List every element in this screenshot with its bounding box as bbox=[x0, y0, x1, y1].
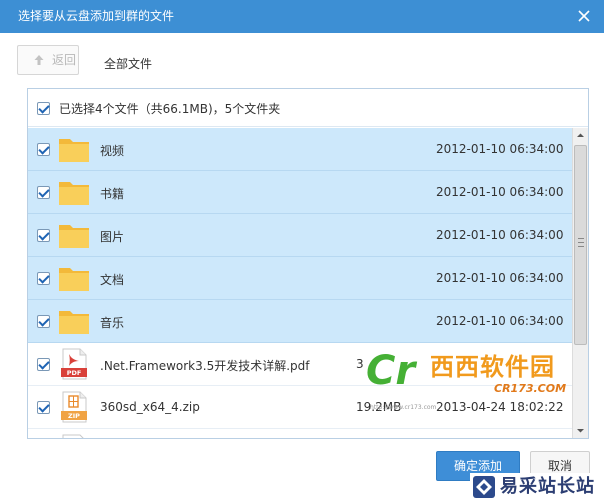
toolbar: 返回 全部文件 bbox=[0, 33, 604, 88]
scroll-down-arrow-icon[interactable] bbox=[573, 423, 588, 438]
dialog-titlebar: 选择要从云盘添加到群的文件 bbox=[0, 0, 604, 33]
file-date: 2012-01-10 06:34:00 bbox=[436, 185, 564, 199]
watermark-yicai: 易采站长站 bbox=[470, 473, 604, 501]
watermark-cr-domain: CR173.COM bbox=[494, 382, 567, 395]
row-checkbox[interactable] bbox=[37, 229, 50, 242]
watermark-cr173: Cr 西西软件园 CR173.COM http://www.cr173.com bbox=[366, 346, 602, 411]
file-name: 书籍 bbox=[100, 187, 125, 201]
file-name: 图片 bbox=[100, 230, 125, 244]
file-size: 3 bbox=[356, 357, 364, 371]
table-row[interactable] bbox=[28, 429, 572, 438]
file-icon bbox=[62, 434, 84, 438]
row-checkbox[interactable] bbox=[37, 358, 50, 371]
row-checkbox[interactable] bbox=[37, 315, 50, 328]
folder-icon bbox=[59, 182, 89, 205]
table-row[interactable]: 书籍 2012-01-10 06:34:00 bbox=[28, 171, 572, 214]
row-checkbox[interactable] bbox=[37, 143, 50, 156]
select-all-checkbox[interactable] bbox=[37, 102, 50, 115]
folder-icon bbox=[59, 311, 89, 334]
zip-file-icon: ZIP bbox=[61, 391, 87, 423]
folder-icon bbox=[59, 268, 89, 291]
scrollbar-thumb[interactable] bbox=[574, 145, 587, 345]
watermark-cr-logo: Cr bbox=[366, 348, 416, 394]
pdf-icon-label: PDF bbox=[67, 369, 82, 377]
breadcrumb-all-files[interactable]: 全部文件 bbox=[104, 55, 152, 72]
file-name: 文档 bbox=[100, 273, 125, 287]
row-checkbox[interactable] bbox=[37, 272, 50, 285]
file-date: 2012-01-10 06:34:00 bbox=[436, 228, 564, 242]
file-name: 音乐 bbox=[100, 316, 125, 330]
file-date: 2012-01-10 06:34:00 bbox=[436, 314, 564, 328]
table-row[interactable]: 音乐 2012-01-10 06:34:00 bbox=[28, 300, 572, 343]
dialog-title: 选择要从云盘添加到群的文件 bbox=[18, 9, 175, 23]
file-date: 2012-01-10 06:34:00 bbox=[436, 271, 564, 285]
back-button-label: 返回 bbox=[52, 53, 77, 67]
selection-summary: 已选择4个文件（共66.1MB)，5个文件夹 bbox=[59, 102, 281, 116]
yicai-logo-icon bbox=[473, 476, 495, 498]
watermark-cr-name: 西西软件园 bbox=[430, 353, 555, 381]
row-checkbox[interactable] bbox=[37, 186, 50, 199]
folder-icon bbox=[59, 225, 89, 248]
table-row[interactable]: 视频 2012-01-10 06:34:00 bbox=[28, 128, 572, 171]
watermark-cr-url: http://www.cr173.com bbox=[370, 404, 437, 411]
row-checkbox[interactable] bbox=[37, 401, 50, 414]
folder-icon bbox=[59, 139, 89, 162]
file-date: 2012-01-10 06:34:00 bbox=[436, 142, 564, 156]
file-name: .Net.Framework3.5开发技术详解.pdf bbox=[100, 359, 310, 373]
file-name: 360sd_x64_4.zip bbox=[100, 400, 200, 414]
pdf-file-icon: PDF bbox=[61, 348, 87, 380]
zip-icon-label: ZIP bbox=[68, 412, 80, 420]
arrow-up-icon bbox=[34, 55, 44, 65]
table-row[interactable]: 文档 2012-01-10 06:34:00 bbox=[28, 257, 572, 300]
file-name: 视频 bbox=[100, 144, 125, 158]
scroll-up-arrow-icon[interactable] bbox=[573, 128, 588, 143]
table-row[interactable]: 图片 2012-01-10 06:34:00 bbox=[28, 214, 572, 257]
watermark-yicai-name: 易采站长站 bbox=[500, 476, 595, 497]
scrollbar-grip-icon bbox=[578, 238, 584, 247]
back-button[interactable]: 返回 bbox=[17, 45, 79, 75]
list-header: 已选择4个文件（共66.1MB)，5个文件夹 bbox=[28, 89, 588, 127]
close-icon[interactable] bbox=[574, 6, 594, 26]
